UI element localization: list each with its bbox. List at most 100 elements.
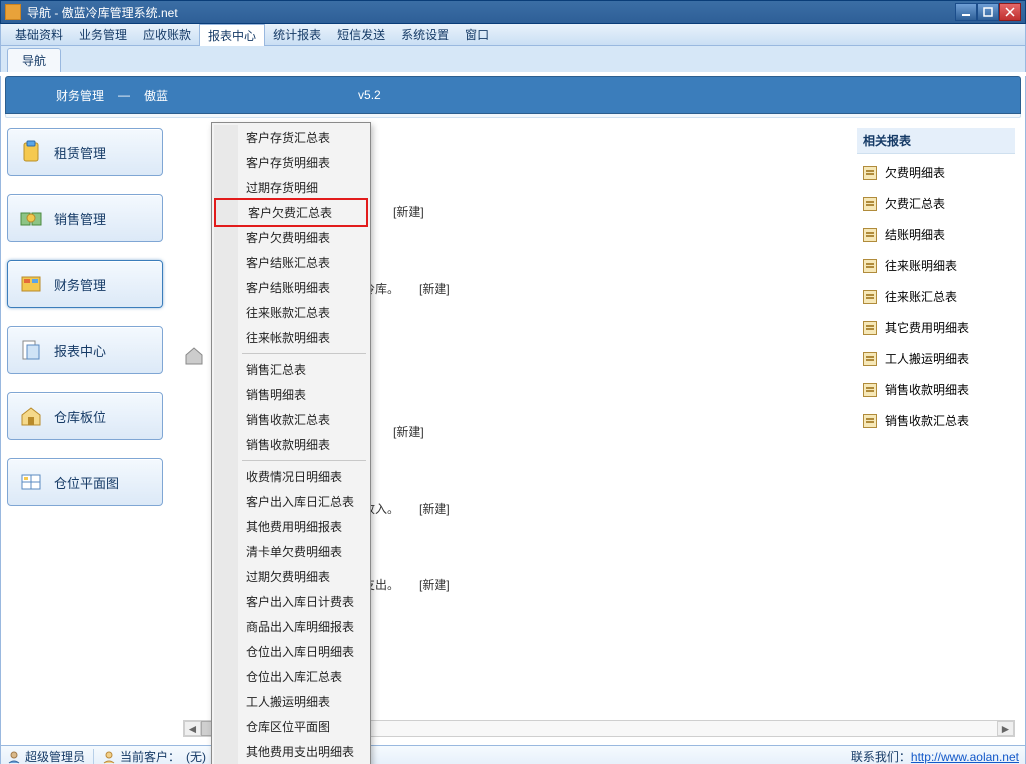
- status-contact-label: 联系我们：: [851, 748, 911, 764]
- home-icon: [183, 344, 205, 366]
- menu-item-2[interactable]: 应收账款: [135, 24, 199, 45]
- status-user: 超级管理员: [25, 748, 85, 764]
- menu-item-1[interactable]: 业务管理: [71, 24, 135, 45]
- dropdown-separator: [242, 353, 366, 354]
- related-report-item[interactable]: 欠费汇总表: [863, 195, 1009, 212]
- action-new[interactable]: [新建]: [419, 576, 450, 593]
- nav-btn-sale[interactable]: 销售管理: [7, 194, 163, 242]
- app-icon: [5, 4, 21, 20]
- window-buttons: [955, 3, 1021, 21]
- related-report-item[interactable]: 工人搬运明细表: [863, 350, 1009, 367]
- dropdown-item[interactable]: 客户出入库日计费表: [214, 589, 368, 614]
- dropdown-item[interactable]: 客户欠费汇总表: [214, 198, 368, 227]
- nav-btn-plan[interactable]: 仓位平面图: [7, 458, 163, 506]
- report-icon: [863, 259, 877, 273]
- menu-item-3[interactable]: 报表中心: [199, 24, 265, 46]
- minimize-icon: [961, 7, 971, 17]
- minimize-button[interactable]: [955, 3, 977, 21]
- report-center-dropdown: 客户存货汇总表客户存货明细表过期存货明细客户欠费汇总表客户欠费明细表客户结账汇总…: [211, 122, 371, 764]
- action-new[interactable]: [新建]: [393, 423, 424, 440]
- window-titlebar: 导航 - 傲蓝冷库管理系统.net: [0, 0, 1026, 24]
- related-report-item[interactable]: 其它费用明细表: [863, 319, 1009, 336]
- nav-label: 销售管理: [54, 209, 106, 228]
- dropdown-item[interactable]: 往来帐款明细表: [214, 325, 368, 350]
- dropdown-item[interactable]: 客户结账汇总表: [214, 250, 368, 275]
- maximize-icon: [983, 7, 993, 17]
- related-report-item[interactable]: 欠费明细表: [863, 164, 1009, 181]
- list-item[interactable]: [183, 344, 205, 366]
- dropdown-item[interactable]: 过期欠费明细表: [214, 564, 368, 589]
- dropdown-separator: [242, 460, 366, 461]
- menu-item-7[interactable]: 窗口: [457, 24, 497, 45]
- dropdown-item[interactable]: 仓位出入库汇总表: [214, 664, 368, 689]
- related-report-item[interactable]: 往来账汇总表: [863, 288, 1009, 305]
- report-icon: [863, 290, 877, 304]
- related-report-label: 往来账明细表: [885, 257, 957, 274]
- dropdown-item[interactable]: 客户出入库日汇总表: [214, 489, 368, 514]
- menubar: 基础资料业务管理应收账款报表中心统计报表短信发送系统设置窗口: [0, 24, 1026, 46]
- related-report-item[interactable]: 销售收款汇总表: [863, 412, 1009, 429]
- dropdown-item[interactable]: 客户存货汇总表: [214, 125, 368, 150]
- close-button[interactable]: [999, 3, 1021, 21]
- dropdown-item[interactable]: 其他费用明细报表: [214, 514, 368, 539]
- related-report-item[interactable]: 往来账明细表: [863, 257, 1009, 274]
- dropdown-item[interactable]: 过期存货明细: [214, 175, 368, 200]
- report-icon: [863, 352, 877, 366]
- dropdown-item[interactable]: 工人搬运明细表: [214, 689, 368, 714]
- nav-btn-finance[interactable]: 财务管理: [7, 260, 163, 308]
- dropdown-item[interactable]: 其他费用支出明细表: [214, 739, 368, 764]
- tab-nav[interactable]: 导航: [7, 48, 61, 72]
- customer-icon: [102, 750, 116, 764]
- status-contact-link[interactable]: http://www.aolan.net: [911, 750, 1019, 764]
- nav-label: 报表中心: [54, 341, 106, 360]
- nav-btn-warehouse[interactable]: 仓库板位: [7, 392, 163, 440]
- dropdown-item[interactable]: 仓库区位平面图: [214, 714, 368, 739]
- related-report-item[interactable]: 销售收款明细表: [863, 381, 1009, 398]
- scroll-left-arrow[interactable]: ◄: [184, 721, 201, 736]
- nav-btn-rent[interactable]: 租赁管理: [7, 128, 163, 176]
- dropdown-item[interactable]: 清卡单欠费明细表: [214, 539, 368, 564]
- related-report-label: 欠费汇总表: [885, 195, 945, 212]
- dropdown-item[interactable]: 销售汇总表: [214, 357, 368, 382]
- dropdown-item[interactable]: 客户欠费明细表: [214, 225, 368, 250]
- rent-icon: [18, 139, 44, 165]
- dropdown-item[interactable]: 商品出入库明细报表: [214, 614, 368, 639]
- user-icon: [7, 750, 21, 764]
- content-area: 财务管理 — 傲蓝 v5.2 租赁管理销售管理财务管理报表中心仓库板位仓位平面图…: [0, 76, 1026, 746]
- action-new[interactable]: [新建]: [419, 280, 450, 297]
- dropdown-item[interactable]: 销售收款汇总表: [214, 407, 368, 432]
- banner-version: v5.2: [358, 88, 381, 102]
- related-report-label: 其它费用明细表: [885, 319, 969, 336]
- report-icon: [863, 321, 877, 335]
- dropdown-item[interactable]: 客户存货明细表: [214, 150, 368, 175]
- related-report-label: 欠费明细表: [885, 164, 945, 181]
- related-report-label: 工人搬运明细表: [885, 350, 969, 367]
- related-reports-title: 相关报表: [857, 128, 1015, 154]
- maximize-button[interactable]: [977, 3, 999, 21]
- nav-btn-report[interactable]: 报表中心: [7, 326, 163, 374]
- dropdown-item[interactable]: 仓位出入库日明细表: [214, 639, 368, 664]
- banner-shadow: [5, 114, 1021, 118]
- related-report-item[interactable]: 结账明细表: [863, 226, 1009, 243]
- report-icon: [863, 414, 877, 428]
- dropdown-item[interactable]: 往来账款汇总表: [214, 300, 368, 325]
- scroll-right-arrow[interactable]: ►: [997, 721, 1014, 736]
- menu-item-0[interactable]: 基础资料: [7, 24, 71, 45]
- list-item-action[interactable]: [新建]: [393, 203, 424, 220]
- window-title: 导航 - 傲蓝冷库管理系统.net: [27, 4, 955, 21]
- list-item: 收入。 [新建]: [363, 500, 450, 517]
- report-icon: [863, 228, 877, 242]
- action-new[interactable]: [新建]: [419, 500, 450, 517]
- menu-item-5[interactable]: 短信发送: [329, 24, 393, 45]
- menu-item-4[interactable]: 统计报表: [265, 24, 329, 45]
- dropdown-item[interactable]: 收费情况日明细表: [214, 464, 368, 489]
- menu-item-6[interactable]: 系统设置: [393, 24, 457, 45]
- list-item-action[interactable]: [新建]: [393, 423, 424, 440]
- nav-label: 仓库板位: [54, 407, 106, 426]
- tab-strip: 导航: [0, 46, 1026, 72]
- warehouse-icon: [18, 403, 44, 429]
- dropdown-item[interactable]: 销售收款明细表: [214, 432, 368, 457]
- dropdown-item[interactable]: 客户结账明细表: [214, 275, 368, 300]
- action-new[interactable]: [新建]: [393, 203, 424, 220]
- dropdown-item[interactable]: 销售明细表: [214, 382, 368, 407]
